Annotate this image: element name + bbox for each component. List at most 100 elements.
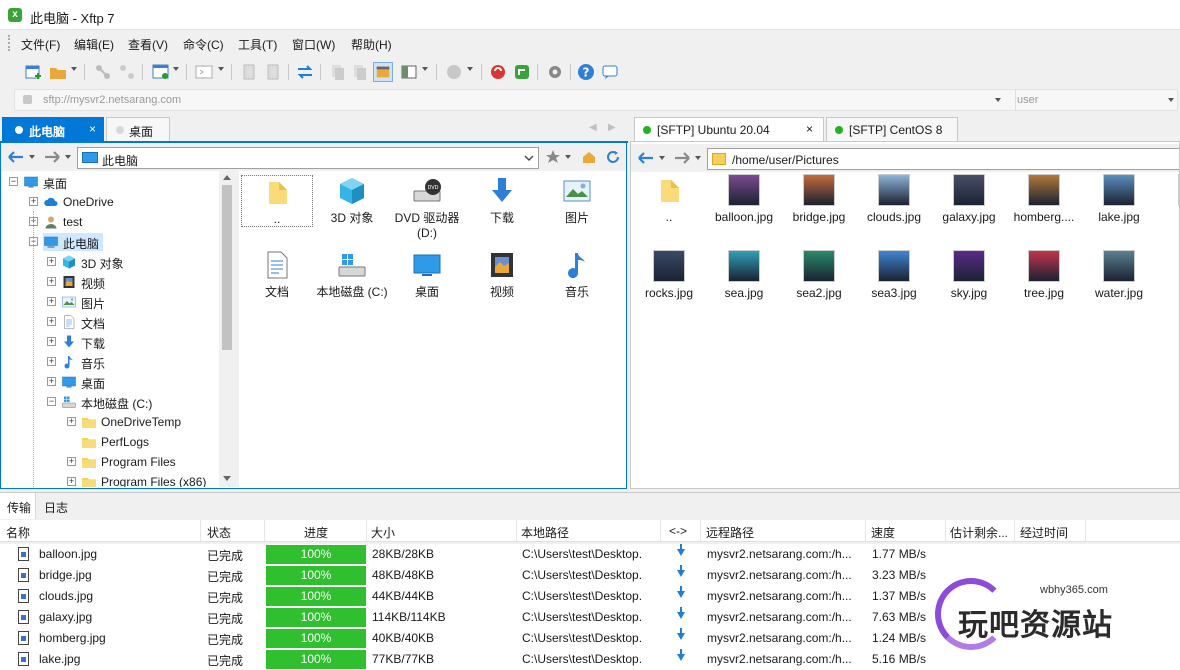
col-direction[interactable]: <-> (669, 524, 687, 538)
grid-item[interactable]: 3D 对象 (316, 175, 388, 226)
remote-file-item[interactable]: .. (633, 174, 705, 225)
remote-file-item[interactable]: sea2.jpg (783, 250, 855, 301)
expand-icon[interactable]: + (29, 197, 38, 206)
tab-log[interactable]: 日志 (44, 499, 68, 516)
gear-icon[interactable] (545, 62, 565, 82)
col-elapsed[interactable]: 经过时间 (1020, 524, 1068, 541)
address-dropdown-icon[interactable] (995, 98, 1001, 102)
expand-icon[interactable]: + (67, 457, 76, 466)
address-input[interactable]: sftp://mysvr2.netsarang.com (43, 94, 181, 106)
chat-icon[interactable] (600, 62, 620, 82)
col-size[interactable]: 大小 (371, 524, 395, 541)
view-mode-icon[interactable] (399, 62, 419, 82)
remote-file-item[interactable]: ma (1158, 174, 1179, 225)
new-session-icon[interactable] (24, 62, 44, 82)
back-arrow-icon[interactable] (637, 151, 655, 165)
disconnect-icon[interactable] (117, 62, 137, 82)
remote-file-item[interactable]: sky.jpg (933, 250, 1005, 301)
terminal-dropdown-icon[interactable] (218, 67, 224, 71)
refresh-icon[interactable] (605, 149, 621, 165)
chevron-down-icon[interactable] (524, 154, 534, 162)
transfer-row[interactable]: balloon.jpg 已完成 28KB/28KB C:\Users\test\Des… (0, 544, 1180, 565)
close-icon[interactable]: × (89, 122, 96, 136)
remote-file-item[interactable]: sea.jpg (708, 250, 780, 301)
grid-item[interactable]: .. (241, 175, 313, 227)
expand-icon[interactable]: + (47, 337, 56, 346)
expand-icon[interactable]: + (47, 357, 56, 366)
col-local-path[interactable]: 本地路径 (521, 524, 569, 541)
file-edit-icon[interactable] (263, 62, 283, 82)
copy-icon[interactable] (328, 62, 348, 82)
star-icon[interactable] (545, 149, 561, 165)
col-remote-path[interactable]: 远程路径 (706, 524, 754, 541)
forward-arrow-icon[interactable] (673, 151, 691, 165)
grid-item[interactable]: 音乐 (541, 249, 613, 300)
user-dropdown-icon[interactable] (1168, 98, 1174, 102)
col-speed[interactable]: 速度 (871, 524, 895, 541)
tab-transfer[interactable]: 传输 (0, 493, 36, 519)
remote-file-item[interactable]: tree.jpg (1008, 250, 1080, 301)
terminal-icon[interactable] (194, 62, 214, 82)
scrollbar-thumb[interactable] (222, 185, 232, 350)
remote-file-item[interactable]: balloon.jpg (708, 174, 780, 225)
home-icon[interactable] (581, 149, 597, 165)
remote-file-item[interactable]: lake.jpg (1083, 174, 1155, 225)
col-eta[interactable]: 估计剩余... (950, 524, 1008, 541)
remote-file-item[interactable]: homberg.... (1008, 174, 1080, 225)
open-dropdown-icon[interactable] (71, 67, 77, 71)
back-dropdown-icon[interactable] (659, 156, 665, 160)
scroll-down-icon[interactable] (223, 476, 231, 481)
transfer-row[interactable]: lake.jpg 已完成 77KB/77KB C:\Users\test\Deskto… (0, 649, 1180, 670)
open-folder-icon[interactable] (48, 62, 68, 82)
close-icon[interactable]: × (806, 122, 813, 136)
tab-scroll-right-icon[interactable]: ▶ (608, 122, 616, 133)
tab-sftp-centos[interactable]: [SFTP] CentOS 8 (826, 117, 958, 141)
scroll-up-icon[interactable] (223, 175, 231, 180)
sync-transfer-icon[interactable] (295, 62, 315, 82)
local-path-input[interactable]: 此电脑 (77, 147, 539, 169)
menu-help[interactable]: 帮助(H) (351, 36, 392, 53)
status-dropdown-icon[interactable] (467, 67, 473, 71)
expand-icon[interactable]: + (67, 417, 76, 426)
tab-sftp-ubuntu[interactable]: [SFTP] Ubuntu 20.04 × (634, 117, 824, 141)
expand-icon[interactable]: + (47, 377, 56, 386)
menu-tools[interactable]: 工具(T) (238, 36, 277, 53)
grid-item[interactable]: 桌面 (391, 249, 463, 300)
xftp-icon[interactable] (512, 62, 532, 82)
tab-local-desktop[interactable]: 桌面 (106, 117, 170, 141)
back-arrow-icon[interactable] (7, 150, 25, 164)
session-settings-icon[interactable] (151, 62, 171, 82)
status-circle-icon[interactable] (444, 62, 464, 82)
menu-edit[interactable]: 编辑(E) (74, 36, 114, 53)
connect-icon[interactable] (93, 62, 113, 82)
transfer-row[interactable]: bridge.jpg 已完成 48KB/48KB C:\Users\test\Desk… (0, 565, 1180, 586)
bookmark-dropdown-icon[interactable] (565, 155, 571, 159)
forward-dropdown-icon[interactable] (65, 155, 71, 159)
xshell-icon[interactable] (488, 62, 508, 82)
tree-item[interactable]: − 桌面 (1, 172, 219, 192)
menu-command[interactable]: 命令(C) (183, 36, 224, 53)
grid-item[interactable]: 文档 (241, 249, 313, 300)
expand-icon[interactable]: + (67, 477, 76, 486)
grid-item[interactable]: 图片 (541, 175, 613, 226)
remote-file-item[interactable]: rocks.jpg (633, 250, 705, 301)
menu-window[interactable]: 窗口(W) (292, 36, 335, 53)
remote-file-item[interactable]: bridge.jpg (783, 174, 855, 225)
tab-local-this-pc[interactable]: 此电脑 × (2, 117, 104, 141)
user-input[interactable]: user (1017, 94, 1038, 106)
forward-dropdown-icon[interactable] (695, 156, 701, 160)
file-properties-icon[interactable] (239, 62, 259, 82)
grid-item[interactable]: 下载 (466, 175, 538, 226)
collapse-icon[interactable]: − (9, 177, 18, 186)
menu-view[interactable]: 查看(V) (128, 36, 168, 53)
remote-file-item[interactable]: water.jpg (1083, 250, 1155, 301)
col-name[interactable]: 名称 (6, 524, 30, 541)
remote-path-input[interactable]: /home/user/Pictures (707, 148, 1179, 170)
expand-icon[interactable]: + (47, 317, 56, 326)
help-icon[interactable]: ? (576, 62, 596, 82)
grid-item[interactable]: DVD DVD 驱动器 (D:) (391, 175, 463, 241)
expand-icon[interactable]: + (47, 277, 56, 286)
tab-scroll-left-icon[interactable]: ◀ (589, 122, 597, 133)
tree-item[interactable]: + OneDrive (1, 192, 219, 212)
expand-icon[interactable]: + (47, 297, 56, 306)
